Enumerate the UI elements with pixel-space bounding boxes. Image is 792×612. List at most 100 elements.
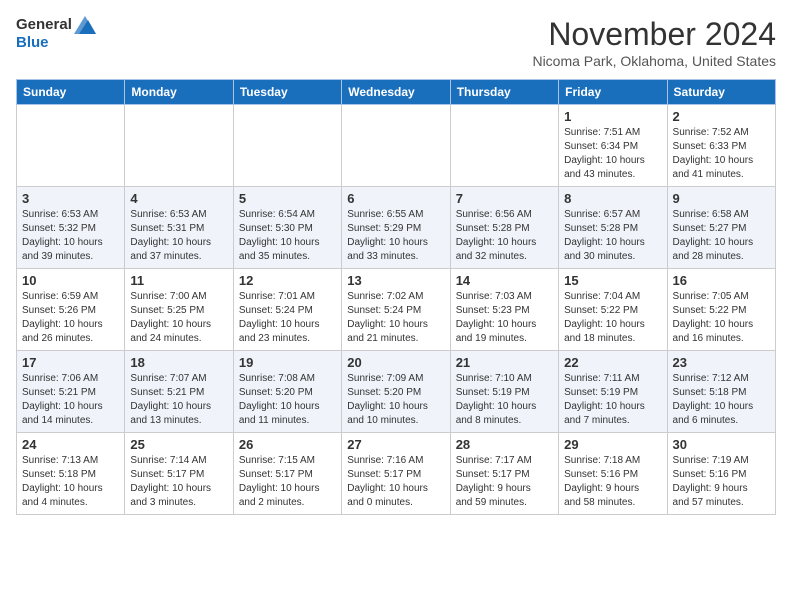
calendar-cell: 12 Sunrise: 7:01 AM Sunset: 5:24 PM Dayli… [233, 269, 341, 351]
day-number: 14 [456, 273, 553, 288]
calendar-cell: 23 Sunrise: 7:12 AM Sunset: 5:18 PM Dayli… [667, 351, 775, 433]
calendar-cell: 15 Sunrise: 7:04 AM Sunset: 5:22 PM Dayli… [559, 269, 667, 351]
calendar-cell: 27 Sunrise: 7:16 AM Sunset: 5:17 PM Dayli… [342, 433, 450, 515]
logo-blue: Blue [16, 34, 96, 52]
day-info: Sunrise: 7:15 AM Sunset: 5:17 PM Dayligh… [239, 454, 336, 510]
calendar-cell: 8 Sunrise: 6:57 AM Sunset: 5:28 PM Daylig… [559, 187, 667, 269]
day-number: 2 [673, 109, 770, 124]
day-info: Sunrise: 7:19 AM Sunset: 5:16 PM Dayligh… [673, 454, 770, 510]
week-row-1: 1Sunrise: 7:51 AM Sunset: 6:34 PM Daylig… [17, 105, 776, 187]
day-info: Sunrise: 7:14 AM Sunset: 5:17 PM Dayligh… [130, 454, 227, 510]
page-header: General Blue November 2024 Nicoma Park, … [16, 16, 776, 69]
calendar-cell: 28 Sunrise: 7:17 AM Sunset: 5:17 PM Dayli… [450, 433, 558, 515]
calendar-cell: 13 Sunrise: 7:02 AM Sunset: 5:24 PM Dayli… [342, 269, 450, 351]
weekday-header-wednesday: Wednesday [342, 80, 450, 105]
day-info: Sunrise: 6:55 AM Sunset: 5:29 PM Dayligh… [347, 208, 444, 264]
logo: General Blue [16, 16, 96, 52]
day-info: Sunrise: 6:57 AM Sunset: 5:28 PM Dayligh… [564, 208, 661, 264]
calendar-cell: 19 Sunrise: 7:08 AM Sunset: 5:20 PM Dayli… [233, 351, 341, 433]
day-info: Sunrise: 6:59 AM Sunset: 5:26 PM Dayligh… [22, 290, 119, 346]
weekday-header-saturday: Saturday [667, 80, 775, 105]
day-number: 9 [673, 191, 770, 206]
day-info: Sunrise: 7:11 AM Sunset: 5:19 PM Dayligh… [564, 372, 661, 428]
logo-general: General [16, 16, 72, 34]
calendar-cell [17, 105, 125, 187]
day-number: 25 [130, 437, 227, 452]
day-info: Sunrise: 6:58 AM Sunset: 5:27 PM Dayligh… [673, 208, 770, 264]
day-info: Sunrise: 7:06 AM Sunset: 5:21 PM Dayligh… [22, 372, 119, 428]
calendar-cell: 22 Sunrise: 7:11 AM Sunset: 5:19 PM Dayli… [559, 351, 667, 433]
calendar-cell: 5 Sunrise: 6:54 AM Sunset: 5:30 PM Daylig… [233, 187, 341, 269]
day-number: 16 [673, 273, 770, 288]
calendar-cell: 21 Sunrise: 7:10 AM Sunset: 5:19 PM Dayli… [450, 351, 558, 433]
day-number: 26 [239, 437, 336, 452]
day-info: Sunrise: 6:53 AM Sunset: 5:32 PM Dayligh… [22, 208, 119, 264]
calendar-cell: 6Sunrise: 6:55 AM Sunset: 5:29 PM Daylig… [342, 187, 450, 269]
day-number: 23 [673, 355, 770, 370]
title-block: November 2024 Nicoma Park, Oklahoma, Uni… [532, 16, 776, 69]
day-number: 19 [239, 355, 336, 370]
calendar-cell: 25 Sunrise: 7:14 AM Sunset: 5:17 PM Dayli… [125, 433, 233, 515]
day-info: Sunrise: 7:51 AM Sunset: 6:34 PM Dayligh… [564, 126, 661, 182]
day-number: 13 [347, 273, 444, 288]
week-row-2: 3 Sunrise: 6:53 AM Sunset: 5:32 PM Daylig… [17, 187, 776, 269]
weekday-header-tuesday: Tuesday [233, 80, 341, 105]
calendar-cell: 1Sunrise: 7:51 AM Sunset: 6:34 PM Daylig… [559, 105, 667, 187]
calendar-cell [450, 105, 558, 187]
day-info: Sunrise: 6:56 AM Sunset: 5:28 PM Dayligh… [456, 208, 553, 264]
day-number: 24 [22, 437, 119, 452]
weekday-header-friday: Friday [559, 80, 667, 105]
calendar-cell: 24Sunrise: 7:13 AM Sunset: 5:18 PM Dayli… [17, 433, 125, 515]
calendar-cell [125, 105, 233, 187]
day-number: 15 [564, 273, 661, 288]
day-info: Sunrise: 7:03 AM Sunset: 5:23 PM Dayligh… [456, 290, 553, 346]
day-info: Sunrise: 6:54 AM Sunset: 5:30 PM Dayligh… [239, 208, 336, 264]
calendar-cell: 3 Sunrise: 6:53 AM Sunset: 5:32 PM Daylig… [17, 187, 125, 269]
day-number: 17 [22, 355, 119, 370]
calendar-cell: 16 Sunrise: 7:05 AM Sunset: 5:22 PM Dayli… [667, 269, 775, 351]
day-info: Sunrise: 7:09 AM Sunset: 5:20 PM Dayligh… [347, 372, 444, 428]
day-number: 3 [22, 191, 119, 206]
calendar-cell: 30 Sunrise: 7:19 AM Sunset: 5:16 PM Dayli… [667, 433, 775, 515]
day-info: Sunrise: 6:53 AM Sunset: 5:31 PM Dayligh… [130, 208, 227, 264]
calendar-cell: 11 Sunrise: 7:00 AM Sunset: 5:25 PM Dayli… [125, 269, 233, 351]
week-row-3: 10 Sunrise: 6:59 AM Sunset: 5:26 PM Dayli… [17, 269, 776, 351]
day-number: 28 [456, 437, 553, 452]
day-number: 27 [347, 437, 444, 452]
day-info: Sunrise: 7:52 AM Sunset: 6:33 PM Dayligh… [673, 126, 770, 182]
day-info: Sunrise: 7:00 AM Sunset: 5:25 PM Dayligh… [130, 290, 227, 346]
logo-icon [74, 16, 96, 34]
weekday-header-monday: Monday [125, 80, 233, 105]
day-info: Sunrise: 7:18 AM Sunset: 5:16 PM Dayligh… [564, 454, 661, 510]
calendar-cell: 7Sunrise: 6:56 AM Sunset: 5:28 PM Daylig… [450, 187, 558, 269]
day-number: 10 [22, 273, 119, 288]
day-number: 5 [239, 191, 336, 206]
day-info: Sunrise: 7:05 AM Sunset: 5:22 PM Dayligh… [673, 290, 770, 346]
calendar-cell: 9 Sunrise: 6:58 AM Sunset: 5:27 PM Daylig… [667, 187, 775, 269]
day-info: Sunrise: 7:01 AM Sunset: 5:24 PM Dayligh… [239, 290, 336, 346]
day-number: 12 [239, 273, 336, 288]
day-info: Sunrise: 7:04 AM Sunset: 5:22 PM Dayligh… [564, 290, 661, 346]
day-info: Sunrise: 7:10 AM Sunset: 5:19 PM Dayligh… [456, 372, 553, 428]
day-number: 22 [564, 355, 661, 370]
calendar-cell [342, 105, 450, 187]
day-info: Sunrise: 7:16 AM Sunset: 5:17 PM Dayligh… [347, 454, 444, 510]
weekday-header-sunday: Sunday [17, 80, 125, 105]
location: Nicoma Park, Oklahoma, United States [532, 53, 776, 69]
calendar-cell: 17 Sunrise: 7:06 AM Sunset: 5:21 PM Dayli… [17, 351, 125, 433]
calendar-cell [233, 105, 341, 187]
calendar-cell: 29Sunrise: 7:18 AM Sunset: 5:16 PM Dayli… [559, 433, 667, 515]
day-number: 21 [456, 355, 553, 370]
day-number: 30 [673, 437, 770, 452]
day-info: Sunrise: 7:08 AM Sunset: 5:20 PM Dayligh… [239, 372, 336, 428]
day-number: 20 [347, 355, 444, 370]
day-info: Sunrise: 7:07 AM Sunset: 5:21 PM Dayligh… [130, 372, 227, 428]
day-number: 4 [130, 191, 227, 206]
day-number: 11 [130, 273, 227, 288]
weekday-header-thursday: Thursday [450, 80, 558, 105]
day-info: Sunrise: 7:17 AM Sunset: 5:17 PM Dayligh… [456, 454, 553, 510]
day-number: 8 [564, 191, 661, 206]
week-row-5: 24Sunrise: 7:13 AM Sunset: 5:18 PM Dayli… [17, 433, 776, 515]
day-info: Sunrise: 7:12 AM Sunset: 5:18 PM Dayligh… [673, 372, 770, 428]
day-info: Sunrise: 7:02 AM Sunset: 5:24 PM Dayligh… [347, 290, 444, 346]
